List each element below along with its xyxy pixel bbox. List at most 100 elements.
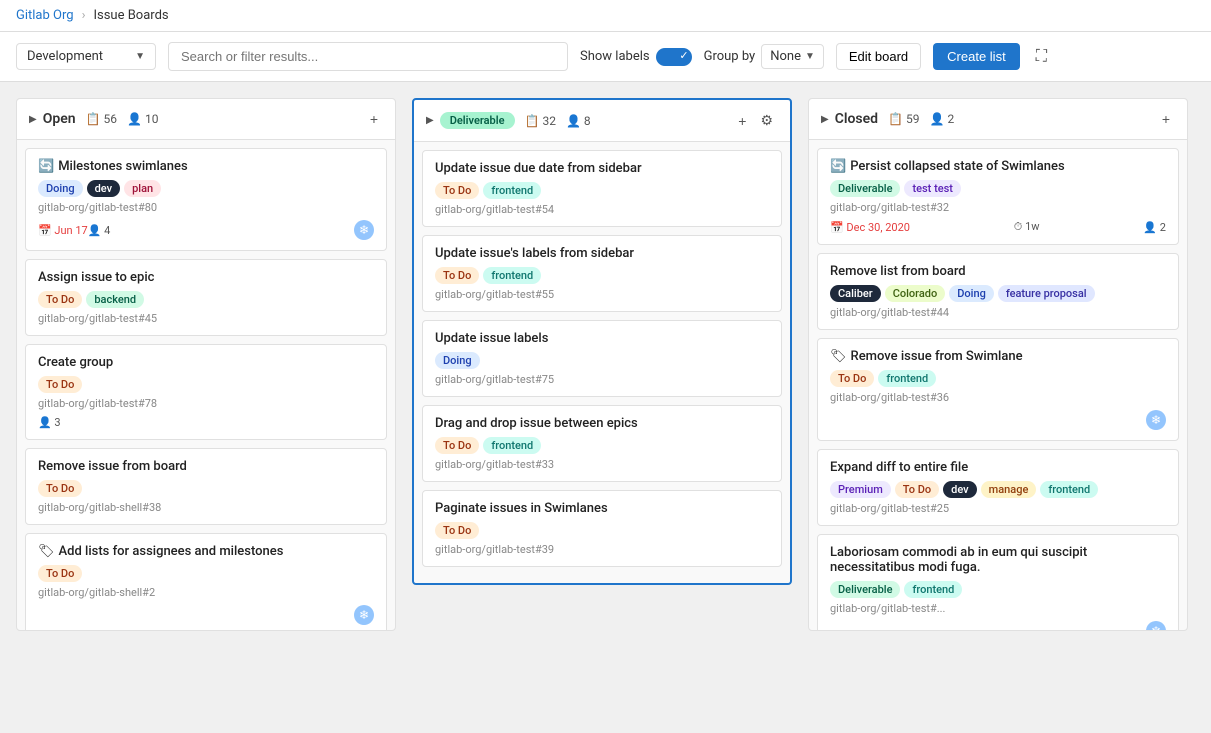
tag: backend xyxy=(86,291,144,308)
deliverable-badge: Deliverable xyxy=(440,112,515,129)
card-tags: Deliverablefrontend xyxy=(830,581,1166,598)
tag: To Do xyxy=(435,182,479,199)
card-title: Drag and drop issue between epics xyxy=(435,416,769,431)
tag: manage xyxy=(981,481,1037,498)
search-bar xyxy=(168,42,568,71)
card-footer: 👤 3 xyxy=(38,416,374,429)
tag: Caliber xyxy=(830,285,881,302)
board-selector[interactable]: Development ▼ xyxy=(16,43,156,70)
card-id: gitlab-org/gitlab-test#39 xyxy=(435,543,769,556)
card-tags: Doingdevplan xyxy=(38,180,374,197)
user-count-badge: 👤 2 xyxy=(929,112,954,126)
create-list-button[interactable]: Create list xyxy=(933,43,1020,70)
card[interactable]: Assign issue to epicTo Dobackendgitlab-o… xyxy=(25,259,387,336)
edit-board-button[interactable]: Edit board xyxy=(836,43,921,70)
show-labels-toggle[interactable] xyxy=(656,48,692,66)
tag: dev xyxy=(943,481,976,498)
card-id: gitlab-org/gitlab-shell#38 xyxy=(38,501,374,514)
tag: frontend xyxy=(904,581,962,598)
card[interactable]: 🏷Remove issue from Swimlane To Dofrontend… xyxy=(817,338,1179,441)
tag: dev xyxy=(87,180,120,197)
card-title: 🔄Persist collapsed state of Swimlanes xyxy=(830,159,1166,174)
card-date: 📅 Jun 17 xyxy=(38,224,88,237)
card-footer: ❄ xyxy=(830,410,1166,430)
card-footer: 📅 Dec 30, 2020⏱ 1w👤 2 xyxy=(830,220,1166,234)
card-id: gitlab-org/gitlab-test#78 xyxy=(38,397,374,410)
card-id: gitlab-org/gitlab-test#80 xyxy=(38,201,374,214)
column-open: ▶Open📋 56👤 10+ 🔄Milestones swimlanes Doing… xyxy=(16,98,396,631)
column-header-open: ▶Open📋 56👤 10+ xyxy=(17,99,395,140)
card[interactable]: Expand diff to entire filePremiumTo Dode… xyxy=(817,449,1179,526)
avatar: ❄ xyxy=(354,605,374,625)
card-id: gitlab-org/gitlab-test#25 xyxy=(830,502,1166,515)
tag: To Do xyxy=(830,370,874,387)
search-input[interactable] xyxy=(168,42,568,71)
card-user-count: 👤 2 xyxy=(1143,221,1166,234)
chevron-icon[interactable]: ▶ xyxy=(29,114,37,125)
card-id: gitlab-org/gitlab-test#75 xyxy=(435,373,769,386)
group-by-control: Group by None ▼ xyxy=(704,44,824,69)
card-id: gitlab-org/gitlab-test#32 xyxy=(830,201,1166,214)
add-issue-button[interactable]: + xyxy=(733,110,751,131)
card-title: Laboriosam commodi ab in eum qui suscipi… xyxy=(830,545,1166,575)
tag: Premium xyxy=(830,481,891,498)
chevron-icon[interactable]: ▶ xyxy=(821,114,829,125)
card[interactable]: Update issue's labels from sidebarTo Dof… xyxy=(422,235,782,312)
card-id: gitlab-org/gitlab-shell#2 xyxy=(38,586,374,599)
card[interactable]: Remove issue from boardTo Dogitlab-org/g… xyxy=(25,448,387,525)
card-tags: To Dofrontend xyxy=(830,370,1166,387)
card-title: Assign issue to epic xyxy=(38,270,374,285)
group-by-value: None xyxy=(770,49,801,64)
card-id: gitlab-org/gitlab-test#55 xyxy=(435,288,769,301)
card[interactable]: Create group To Do gitlab-org/gitlab-test#… xyxy=(25,344,387,440)
add-issue-button[interactable]: + xyxy=(365,109,383,129)
card[interactable]: Paginate issues in SwimlanesTo Dogitlab-… xyxy=(422,490,782,567)
card[interactable]: Laboriosam commodi ab in eum qui suscipi… xyxy=(817,534,1179,630)
card-tags: To Do xyxy=(38,376,374,393)
tag: To Do xyxy=(38,376,82,393)
show-labels-label: Show labels xyxy=(580,49,650,64)
card[interactable]: Update issue labelsDoinggitlab-org/gitla… xyxy=(422,320,782,397)
tag: To Do xyxy=(895,481,939,498)
card-tags: To Do xyxy=(38,565,374,582)
card-title: 🔄Milestones swimlanes xyxy=(38,159,374,174)
column-body-closed: 🔄Persist collapsed state of Swimlanes Del… xyxy=(809,140,1187,630)
card-footer: ❄ xyxy=(830,621,1166,630)
card[interactable]: 🏷Add lists for assignees and milestonesT… xyxy=(25,533,387,630)
tag: plan xyxy=(124,180,161,197)
card-title: Create group xyxy=(38,355,374,370)
card-tags: To Dofrontend xyxy=(435,437,769,454)
tag: frontend xyxy=(483,182,541,199)
tag: To Do xyxy=(435,437,479,454)
chevron-icon[interactable]: ▶ xyxy=(426,115,434,126)
breadcrumb-parent[interactable]: Gitlab Org xyxy=(16,8,74,23)
column-header-deliverable: ▶Deliverable📋 32👤 8+⚙ xyxy=(414,100,790,142)
issue-count-badge: 📋 59 xyxy=(888,112,919,126)
breadcrumb-separator: › xyxy=(82,8,86,23)
expand-button[interactable]: ⛶ xyxy=(1032,44,1051,70)
tag: frontend xyxy=(1040,481,1098,498)
card-icon: 🔄 xyxy=(38,159,54,174)
card[interactable]: Drag and drop issue between epics To Dofr… xyxy=(422,405,782,482)
card[interactable]: Update issue due date from sidebar To Dof… xyxy=(422,150,782,227)
tag: To Do xyxy=(38,565,82,582)
column-actions: + xyxy=(1157,109,1175,129)
group-by-select[interactable]: None ▼ xyxy=(761,44,824,69)
issue-count-badge: 📋 56 xyxy=(86,112,117,126)
card-id: gitlab-org/gitlab-test#54 xyxy=(435,203,769,216)
card-title: Update issue due date from sidebar xyxy=(435,161,769,176)
card[interactable]: 🔄Milestones swimlanes Doingdevplan gitlab-… xyxy=(25,148,387,251)
tag: Colorado xyxy=(885,285,946,302)
top-bar: Gitlab Org › Issue Boards xyxy=(0,0,1211,32)
card-title: 🏷Remove issue from Swimlane xyxy=(830,349,1166,364)
issue-count-badge: 📋 32 xyxy=(525,114,556,128)
card[interactable]: Remove list from boardCaliberColoradoDoi… xyxy=(817,253,1179,330)
card[interactable]: 🔄Persist collapsed state of SwimlanesDel… xyxy=(817,148,1179,245)
tag: test test xyxy=(904,180,961,197)
column-title: Closed xyxy=(835,111,878,127)
group-by-label: Group by xyxy=(704,49,756,64)
add-issue-button[interactable]: + xyxy=(1157,109,1175,129)
column-header-closed: ▶ Closed 📋 59 👤 2 + xyxy=(809,99,1187,140)
column-settings-button[interactable]: ⚙ xyxy=(755,110,778,131)
card-icon: 🔄 xyxy=(830,159,846,174)
